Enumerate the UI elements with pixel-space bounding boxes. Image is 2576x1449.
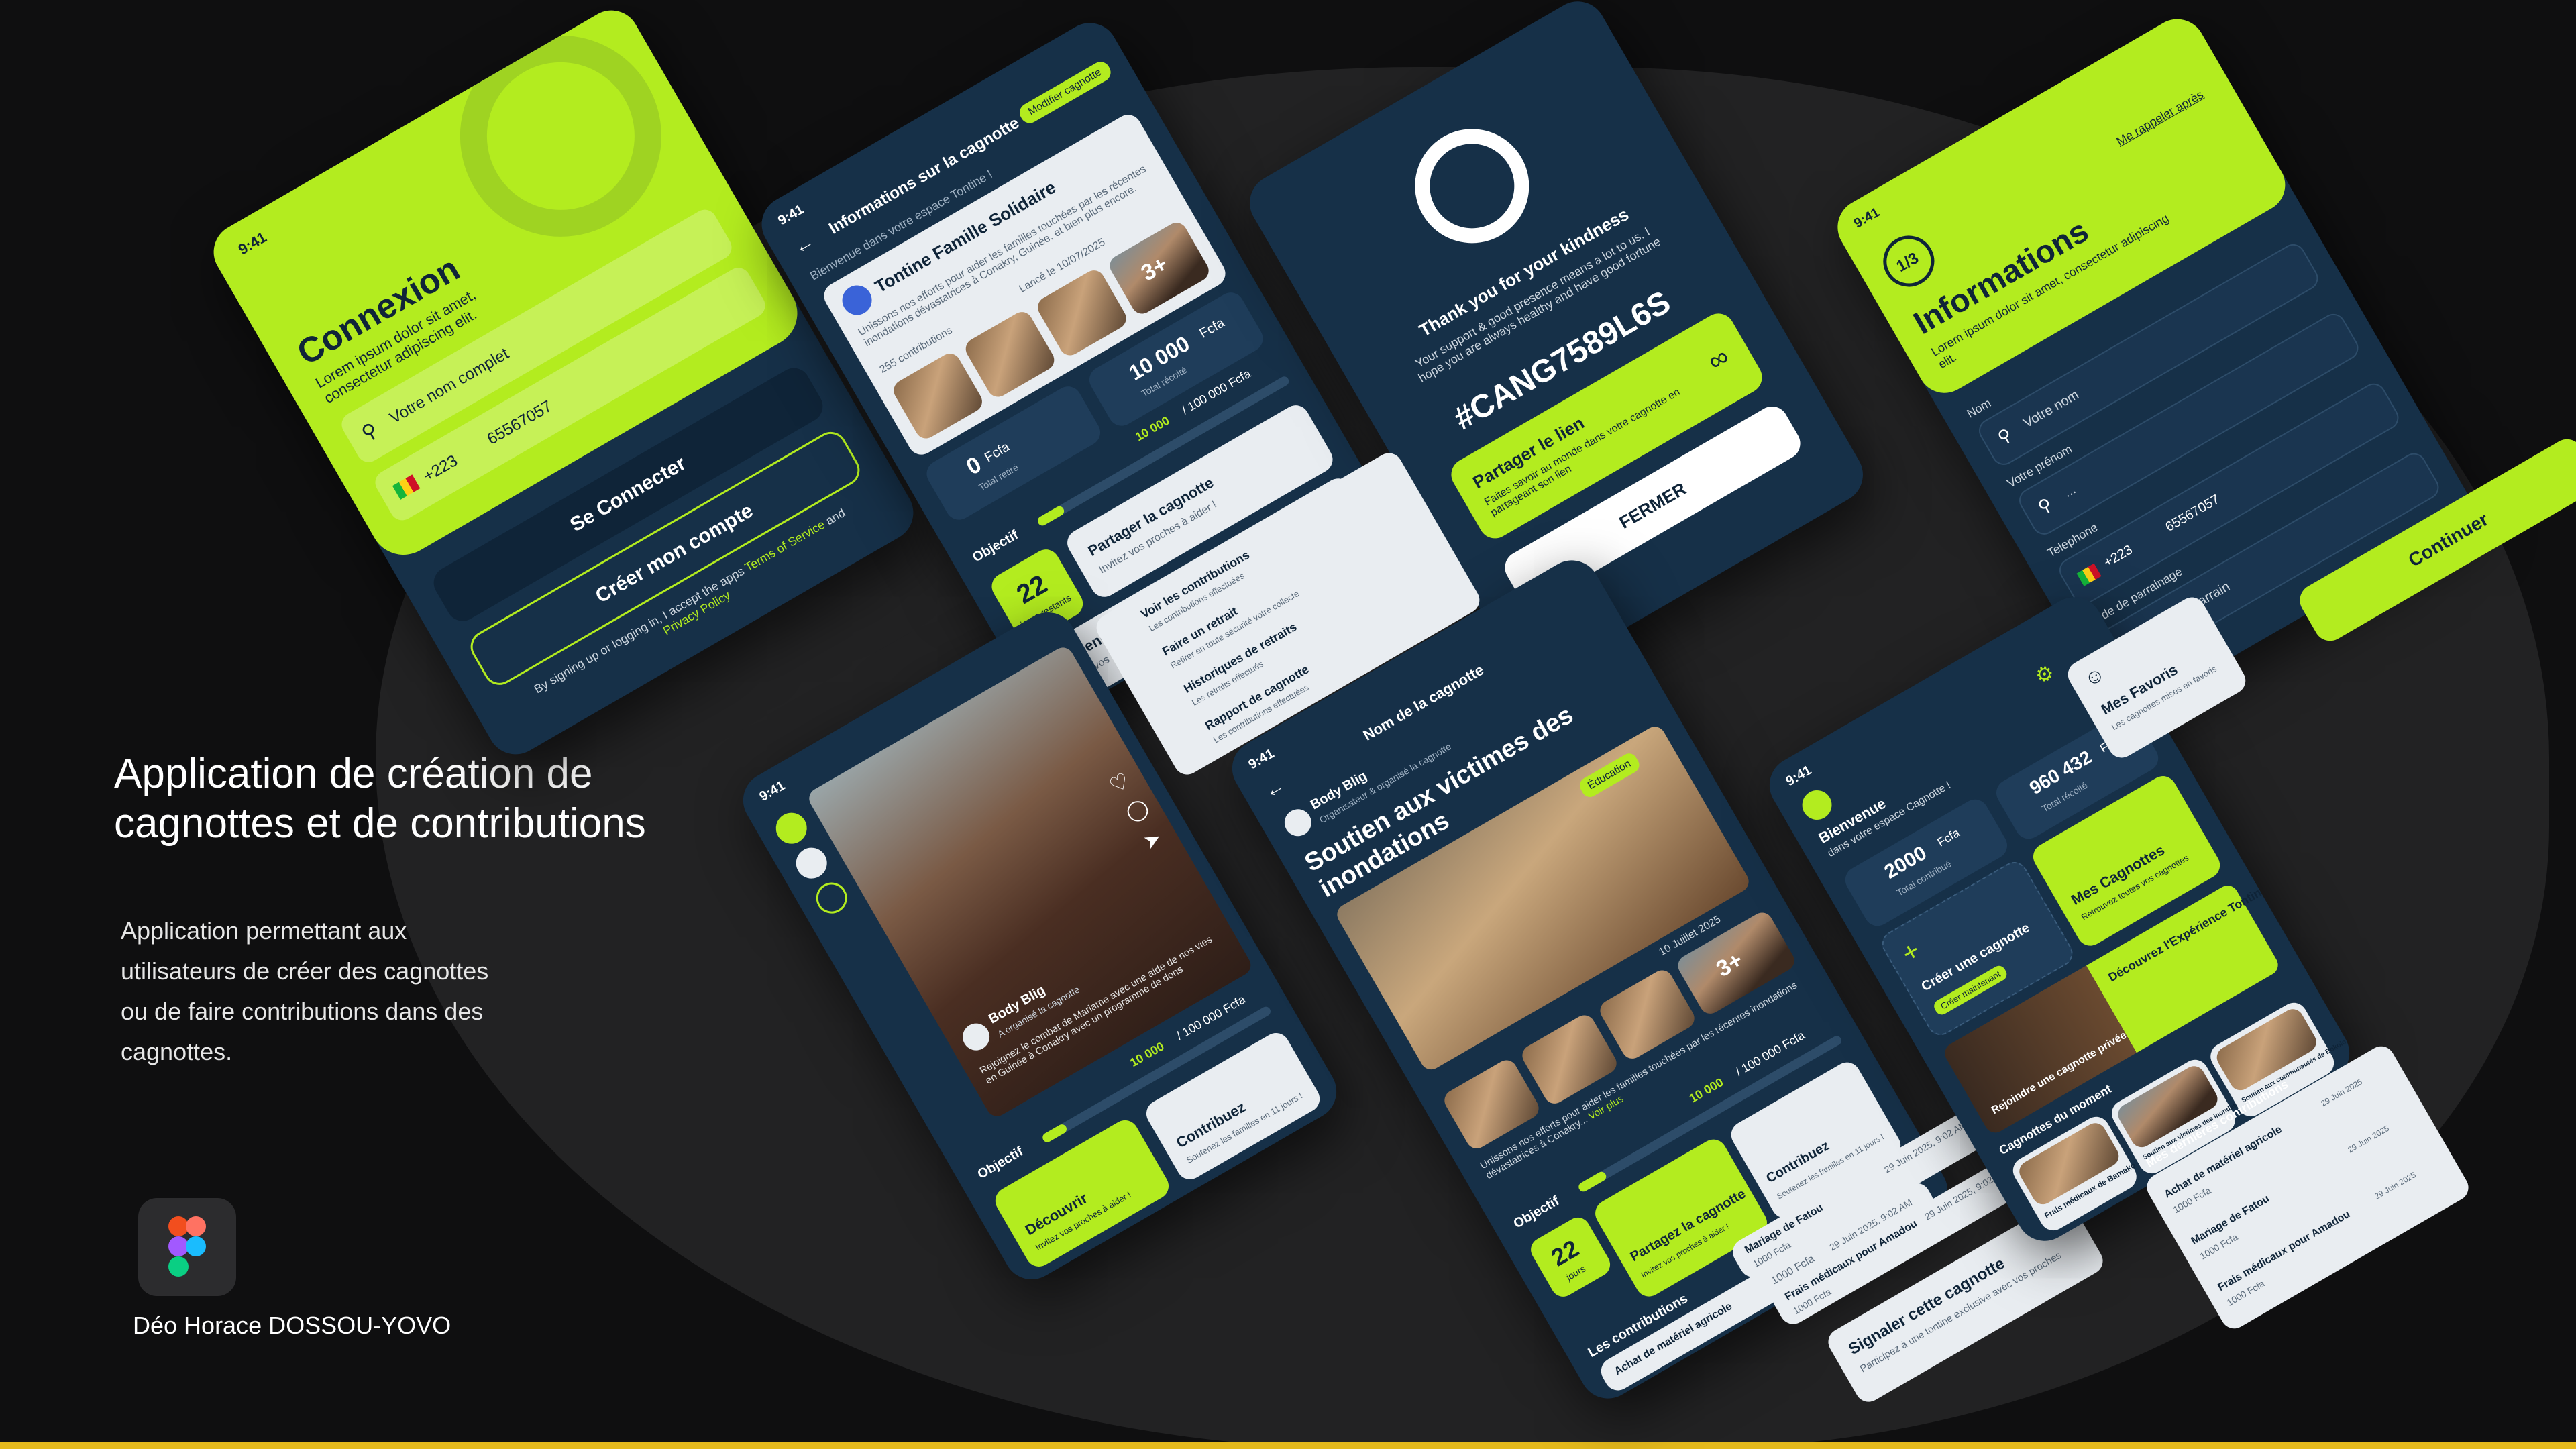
desc-line: cagnottes. xyxy=(121,1038,233,1065)
users-icon: ☺ xyxy=(2080,661,2109,692)
page-title-line-2: cagnottes et de contributions xyxy=(114,800,646,847)
user-icon: ⚲ xyxy=(1994,424,2016,448)
firstname-placeholder: ... xyxy=(2061,482,2079,501)
screen-header: Nom de la cagnotte xyxy=(1360,661,1487,744)
bottom-accent-bar xyxy=(0,1442,2576,1449)
logo-avatar[interactable] xyxy=(810,877,853,919)
flag-icon xyxy=(392,474,421,500)
step-indicator: 1/3 xyxy=(1874,226,1944,297)
pot-photo-more[interactable]: 3+ xyxy=(1106,219,1213,318)
status-time: 9:41 xyxy=(1851,205,1882,231)
page-description: Application permettant aux utilisateurs … xyxy=(121,911,537,1072)
country-code[interactable]: +223 xyxy=(2102,542,2136,570)
objective-label: Objectif xyxy=(975,1144,1026,1182)
user-icon: ⚲ xyxy=(358,419,382,445)
back-arrow-icon[interactable]: ← xyxy=(1260,774,1289,804)
status-time: 9:41 xyxy=(1783,763,1815,790)
zero-amount: 0 xyxy=(962,451,986,480)
desc-line: utilisateurs de créer des cagnottes xyxy=(121,957,489,985)
status-time: 9:41 xyxy=(757,777,788,804)
pot-summary-card: Tontine Famille Solidaire Unissons nos e… xyxy=(819,109,1230,460)
progress-fill xyxy=(1040,1122,1069,1144)
logo-avatar xyxy=(1796,784,1837,825)
progress-total: / 100 000 Fcfa xyxy=(1733,1028,1807,1079)
brand-watermark-icon xyxy=(423,0,698,274)
phone-value: 65567057 xyxy=(2163,492,2222,535)
user-avatar[interactable] xyxy=(790,842,833,885)
progress-fill xyxy=(1576,1170,1608,1193)
figma-logo-icon xyxy=(138,1198,236,1296)
progress-fill xyxy=(1036,504,1066,527)
collected-unit: Fcfa xyxy=(1197,315,1228,341)
phone-value: 65567057 xyxy=(484,396,555,449)
zero-label: Total retiré xyxy=(977,462,1020,493)
pot-photo xyxy=(961,308,1059,401)
logo-avatar[interactable] xyxy=(770,807,813,850)
country-code[interactable]: +223 xyxy=(420,451,461,486)
terms-and: and xyxy=(823,505,848,528)
progress-value: 10 000 xyxy=(1132,413,1172,444)
edit-badge[interactable]: Modifier cagnotte xyxy=(1016,58,1114,127)
more-photos-count: 3+ xyxy=(1136,251,1173,286)
author-avatar xyxy=(1279,804,1317,841)
back-arrow-icon[interactable]: ← xyxy=(790,230,818,260)
status-time: 9:41 xyxy=(1246,746,1277,773)
author-name: Déo Horace DOSSOU-YOVO xyxy=(133,1311,451,1339)
more-photos-count: 3+ xyxy=(1711,947,1748,983)
objective-label: Objectif xyxy=(1511,1193,1562,1232)
progress-value: 10 000 xyxy=(1686,1075,1726,1106)
step-value: 1/3 xyxy=(1893,249,1922,276)
status-time: 9:41 xyxy=(775,202,806,229)
skip-link[interactable]: Me rappeler après xyxy=(2114,88,2206,149)
login-header: 9:41 Connexion Lorem ipsum dolor sit ame… xyxy=(203,0,810,568)
objective-label: Objectif xyxy=(970,527,1021,566)
pot-avatar-icon xyxy=(837,280,877,321)
brand-logo-icon xyxy=(1394,108,1550,264)
link-icon: ∞ xyxy=(1703,341,1735,377)
plus-icon: + xyxy=(1896,935,1925,969)
desc-line: Application permettant aux xyxy=(121,917,407,945)
zero-unit: Fcfa xyxy=(982,439,1012,466)
balance1-unit: Fcfa xyxy=(1935,826,1962,849)
page-title-line-1: Application de création de xyxy=(114,751,593,797)
last-date: 29 Juin 2025 xyxy=(2319,1077,2364,1109)
desc-line: ou de faire contributions dans des xyxy=(121,998,484,1025)
name-placeholder: Votre nom xyxy=(2021,387,2082,431)
moment-photo xyxy=(2212,1005,2320,1095)
status-time: 9:41 xyxy=(235,228,270,258)
user-icon: ⚲ xyxy=(2034,494,2056,518)
progress-value: 10 000 xyxy=(1127,1039,1167,1070)
flag-icon xyxy=(2076,563,2102,586)
settings-icon[interactable]: ⚙ xyxy=(2031,660,2059,690)
banner-sub: Rejoindre une cagnotte privée xyxy=(1989,1029,2129,1117)
